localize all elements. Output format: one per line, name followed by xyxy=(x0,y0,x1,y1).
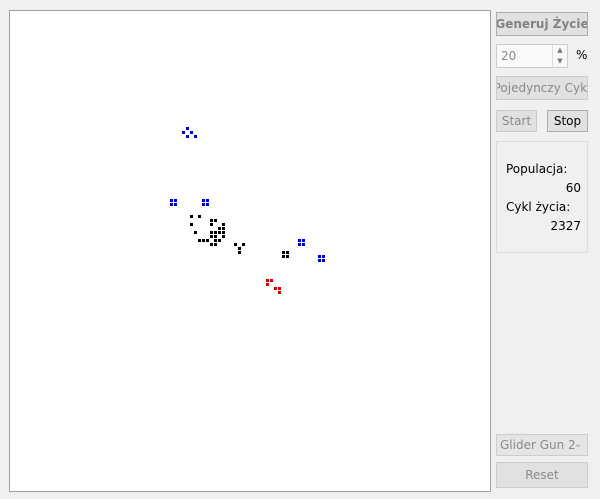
start-button[interactable]: Start xyxy=(496,110,537,132)
live-cell[interactable] xyxy=(222,223,225,226)
live-cell[interactable] xyxy=(190,223,193,226)
live-cell[interactable] xyxy=(210,243,213,246)
live-cell[interactable] xyxy=(202,203,205,206)
live-cell[interactable] xyxy=(266,283,269,286)
live-cell[interactable] xyxy=(190,215,193,218)
live-cell[interactable] xyxy=(270,279,273,282)
population-value: 60 xyxy=(565,181,581,195)
live-cell[interactable] xyxy=(218,239,221,242)
live-cell[interactable] xyxy=(198,215,201,218)
live-cell[interactable] xyxy=(194,231,197,234)
live-cell[interactable] xyxy=(214,243,217,246)
live-cell[interactable] xyxy=(210,231,213,234)
live-cell[interactable] xyxy=(242,243,245,246)
pattern-selected-value: Glider Gun 2 xyxy=(500,438,576,452)
live-cell[interactable] xyxy=(190,131,193,134)
stats-panel: Populacja: 60 Cykl życia: 2327 xyxy=(496,141,588,253)
generate-life-button[interactable]: Generuj Życie xyxy=(496,12,588,36)
live-cell[interactable] xyxy=(222,231,225,234)
live-cell[interactable] xyxy=(282,255,285,258)
spin-up-arrow-icon[interactable]: ▲ xyxy=(553,45,567,56)
percent-spinbox[interactable]: 20 ▲ ▼ xyxy=(496,44,568,68)
live-cell[interactable] xyxy=(202,199,205,202)
chevron-down-icon[interactable]: ⌄ xyxy=(574,435,582,455)
live-cell[interactable] xyxy=(322,259,325,262)
live-cell[interactable] xyxy=(302,239,305,242)
live-cell[interactable] xyxy=(186,127,189,130)
live-cell[interactable] xyxy=(206,239,209,242)
live-cell[interactable] xyxy=(214,235,217,238)
live-cell[interactable] xyxy=(214,239,217,242)
live-cell[interactable] xyxy=(322,255,325,258)
percent-unit-label: % xyxy=(576,48,588,62)
live-cell[interactable] xyxy=(298,243,301,246)
live-cell[interactable] xyxy=(266,279,269,282)
live-cell[interactable] xyxy=(222,235,225,238)
live-cell[interactable] xyxy=(302,243,305,246)
live-cell[interactable] xyxy=(210,223,213,226)
spin-buttons[interactable]: ▲ ▼ xyxy=(552,45,567,67)
life-board[interactable] xyxy=(9,10,491,492)
live-cell[interactable] xyxy=(222,227,225,230)
live-cell[interactable] xyxy=(282,251,285,254)
live-cell[interactable] xyxy=(298,239,301,242)
population-label: Populacja: xyxy=(506,162,568,176)
live-cell[interactable] xyxy=(286,251,289,254)
single-cycle-button[interactable]: Pojedynczy Cykl xyxy=(496,76,588,100)
live-cell[interactable] xyxy=(238,247,241,250)
live-cell[interactable] xyxy=(318,259,321,262)
cycle-label: Cykl życia: xyxy=(506,200,571,214)
live-cell[interactable] xyxy=(174,199,177,202)
percent-value[interactable]: 20 xyxy=(501,49,516,63)
live-cell[interactable] xyxy=(214,231,217,234)
live-cell[interactable] xyxy=(286,255,289,258)
live-cell[interactable] xyxy=(278,287,281,290)
live-cell[interactable] xyxy=(202,239,205,242)
live-cell[interactable] xyxy=(234,243,237,246)
live-cell[interactable] xyxy=(182,131,185,134)
live-cell[interactable] xyxy=(194,135,197,138)
live-cell[interactable] xyxy=(170,199,173,202)
live-cell[interactable] xyxy=(218,231,221,234)
live-cell[interactable] xyxy=(186,135,189,138)
live-cell[interactable] xyxy=(218,227,221,230)
live-cell[interactable] xyxy=(210,235,213,238)
live-cell[interactable] xyxy=(278,291,281,294)
stop-button[interactable]: Stop xyxy=(547,110,588,132)
live-cell[interactable] xyxy=(214,219,217,222)
pattern-select[interactable]: Glider Gun 2 ⌄ xyxy=(496,434,588,456)
live-cell[interactable] xyxy=(210,219,213,222)
live-cell[interactable] xyxy=(170,203,173,206)
live-cell[interactable] xyxy=(206,203,209,206)
live-cell[interactable] xyxy=(274,287,277,290)
live-cell[interactable] xyxy=(174,203,177,206)
live-cell[interactable] xyxy=(238,251,241,254)
spin-down-arrow-icon[interactable]: ▼ xyxy=(553,56,567,67)
reset-button[interactable]: Reset xyxy=(496,462,588,488)
cycle-value: 2327 xyxy=(550,219,581,233)
cell-grid[interactable] xyxy=(10,11,490,491)
live-cell[interactable] xyxy=(206,199,209,202)
live-cell[interactable] xyxy=(198,239,201,242)
live-cell[interactable] xyxy=(318,255,321,258)
